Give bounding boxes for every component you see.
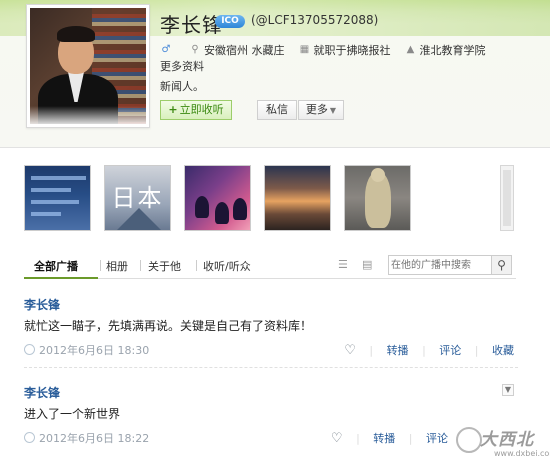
album-thumb-1[interactable] xyxy=(24,165,91,231)
clock-icon xyxy=(24,344,35,355)
profile-school[interactable]: 淮北教育学院 xyxy=(420,42,486,58)
follow-button-label: 立即收听 xyxy=(179,103,224,116)
post-actions: ♡ | 转播 | 评论 xyxy=(331,430,448,446)
follow-button[interactable]: + 立即收听 xyxy=(160,100,232,120)
search-input[interactable] xyxy=(391,257,489,273)
tab-follows[interactable]: 收听/听众 xyxy=(203,258,251,274)
statue-head xyxy=(371,168,385,182)
more-button[interactable]: 更多 ▼ xyxy=(298,100,344,120)
like-heart-icon[interactable]: ♡ xyxy=(331,431,343,446)
avatar[interactable] xyxy=(26,4,150,128)
album-thumb-5[interactable] xyxy=(344,165,411,231)
like-heart-icon[interactable]: ♡ xyxy=(344,343,356,358)
feed-item: 李长锋 就忙这一瞄子，先填满再说。关键是自己有了资料库！ 2012年6月6日 1… xyxy=(24,296,518,368)
thumb-decoration xyxy=(31,200,79,204)
profile-job[interactable]: 就职于拂晓报社 xyxy=(314,42,391,58)
watermark-logo-icon xyxy=(456,427,482,453)
post-time: 2012年6月6日 18:22 xyxy=(39,432,150,445)
favorite-button[interactable]: 收藏 xyxy=(492,342,514,358)
action-divider: | xyxy=(408,432,413,445)
tab-photos[interactable]: 相册 xyxy=(106,258,128,274)
chevron-down-icon[interactable]: ▼ xyxy=(502,384,514,396)
tab-divider xyxy=(140,260,141,271)
hair xyxy=(57,26,95,42)
tab-about[interactable]: 关于他 xyxy=(148,258,181,274)
post-actions: ♡ | 转播 | 评论 | 收藏 xyxy=(344,342,514,358)
post-time: 2012年6月6日 18:30 xyxy=(39,344,150,357)
repost-button[interactable]: 转播 xyxy=(373,430,395,446)
grid-view-icon[interactable]: ▤ xyxy=(362,258,372,271)
watermark-url: www.dxbei.com xyxy=(494,449,550,458)
search-box: ⚲ xyxy=(388,255,512,275)
post-author[interactable]: 李长锋 xyxy=(24,296,60,313)
tab-divider xyxy=(196,260,197,271)
silhouette xyxy=(215,202,229,224)
comment-button[interactable]: 评论 xyxy=(439,342,461,358)
album-strip: 日本 xyxy=(24,165,514,231)
plus-icon: + xyxy=(168,103,178,116)
profile-header: 李长锋 ICO (@LCF13705572088) ♂ ⚲ 安徽宿州 水藏庄 ▦… xyxy=(0,0,550,148)
site-watermark: 大西北 www.dxbei.com xyxy=(452,425,550,465)
thumb-decoration xyxy=(31,176,86,180)
school-icon: ▲ xyxy=(406,44,415,55)
repost-button[interactable]: 转播 xyxy=(387,342,409,358)
tab-all-broadcasts[interactable]: 全部广播 xyxy=(34,258,78,274)
post-timestamp[interactable]: 2012年6月6日 18:22 xyxy=(24,430,149,446)
more-button-label: 更多 xyxy=(305,103,328,116)
action-divider: | xyxy=(422,344,426,357)
profile-handle: (@LCF13705572088) xyxy=(251,13,379,27)
action-divider: | xyxy=(356,432,360,445)
album-thumb-2[interactable]: 日本 xyxy=(104,165,171,231)
action-divider: | xyxy=(369,344,374,357)
album-thumb-3[interactable] xyxy=(184,165,251,231)
post-timestamp[interactable]: 2012年6月6日 18:30 xyxy=(24,342,149,358)
scrollbar-thumb[interactable] xyxy=(503,170,511,226)
watermark-text: 大西北 xyxy=(480,430,534,450)
profile-name: 李长锋 xyxy=(160,13,223,37)
action-divider: | xyxy=(474,344,479,357)
profile-bio: 新闻人。 xyxy=(160,80,204,93)
silhouette xyxy=(233,198,247,220)
thumb-decoration xyxy=(31,212,61,216)
comment-button[interactable]: 评论 xyxy=(426,430,448,446)
album-scrollbar[interactable] xyxy=(500,165,514,231)
active-tab-indicator xyxy=(24,277,98,279)
list-view-icon[interactable]: ☰ xyxy=(338,258,348,271)
search-icon[interactable]: ⚲ xyxy=(491,256,511,274)
post-content: 进入了一个新世界 xyxy=(24,407,121,421)
verified-badge-icon[interactable]: ICO xyxy=(215,15,245,28)
work-icon: ▦ xyxy=(299,44,310,55)
avatar-fade xyxy=(30,106,146,124)
profile-tabs: 全部广播 相册 关于他 收听/听众 ☰ ▤ ⚲ xyxy=(24,253,516,279)
location-pin-icon: ⚲ xyxy=(191,44,199,55)
message-button[interactable]: 私信 xyxy=(257,100,297,120)
post-author[interactable]: 李长锋 xyxy=(24,384,60,401)
avatar-image xyxy=(30,8,146,124)
feed-item: 李长锋 ▼ 进入了一个新世界 2012年6月6日 18:22 ♡ | 转播 | … xyxy=(24,384,518,456)
thumb-decoration xyxy=(31,188,71,192)
male-icon: ♂ xyxy=(161,44,171,55)
post-content: 就忙这一瞄子，先填满再说。关键是自己有了资料库！ xyxy=(24,319,313,333)
album-thumb-4[interactable] xyxy=(264,165,331,231)
profile-info-row: ♂ ⚲ 安徽宿州 水藏庄 ▦ 就职于拂晓报社 ▲ 淮北教育学院 xyxy=(160,42,486,58)
chevron-down-icon: ▼ xyxy=(329,106,337,115)
more-info-link[interactable]: 更多资料 xyxy=(160,58,204,74)
silhouette xyxy=(195,196,209,218)
clock-icon xyxy=(24,432,35,443)
tab-divider xyxy=(100,260,101,271)
thumb-caption: 日本 xyxy=(111,184,164,212)
profile-location[interactable]: 安徽宿州 水藏庄 xyxy=(204,42,285,58)
